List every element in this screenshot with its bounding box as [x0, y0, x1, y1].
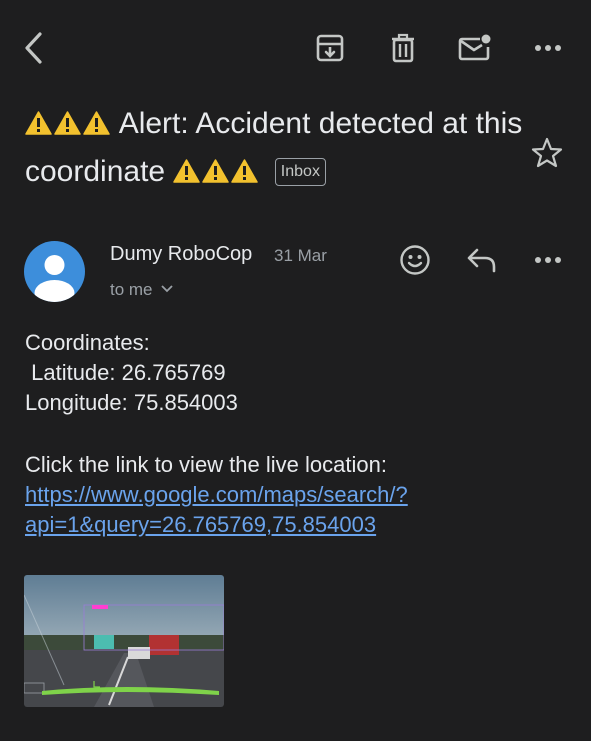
- warning-emoji-group-prefix: [25, 107, 119, 140]
- emoji-react-icon[interactable]: [397, 242, 433, 278]
- map-link[interactable]: https://www.google.com/maps/search/? api…: [25, 480, 408, 540]
- sender-name[interactable]: Dumy RoboCop: [110, 243, 252, 266]
- archive-icon[interactable]: [310, 28, 350, 68]
- message-more-icon[interactable]: [530, 242, 566, 278]
- email-date: 31 Mar: [274, 246, 327, 265]
- longitude-line: Longitude: 75.854003: [25, 390, 238, 415]
- coordinates-heading: Coordinates:: [25, 330, 150, 355]
- warning-icon: [54, 111, 81, 135]
- image-thumbnail[interactable]: [24, 575, 224, 707]
- warning-emoji-group-suffix: [165, 155, 269, 188]
- warning-icon: [231, 159, 259, 183]
- warning-icon: [173, 159, 201, 183]
- email-subject: Alert: Accident detected at this coordin…: [25, 100, 525, 196]
- inbox-label-badge[interactable]: Inbox: [274, 158, 326, 186]
- recipient-text: to me: [110, 280, 153, 299]
- map-link-line-2: api=1&query=26.765769,75.854003: [25, 512, 377, 537]
- warning-icon: [25, 111, 52, 135]
- back-arrow-icon[interactable]: [14, 28, 54, 68]
- more-horizontal-icon[interactable]: [528, 28, 568, 68]
- trash-icon[interactable]: [383, 28, 423, 68]
- link-instruction: Click the link to view the live location…: [25, 452, 387, 477]
- latitude-line: Latitude: 26.765769: [25, 360, 226, 385]
- chevron-down-icon: [161, 285, 173, 293]
- reply-icon[interactable]: [464, 242, 500, 278]
- warning-icon: [202, 159, 230, 183]
- recipient-toggle[interactable]: to me: [110, 280, 173, 300]
- map-link-line-1: https://www.google.com/maps/search/?: [25, 482, 408, 507]
- star-icon[interactable]: [530, 136, 564, 170]
- mark-unread-icon[interactable]: [455, 28, 495, 68]
- avatar[interactable]: [24, 241, 85, 302]
- warning-icon: [83, 111, 110, 135]
- person-icon: [34, 255, 75, 302]
- top-toolbar: [0, 0, 591, 92]
